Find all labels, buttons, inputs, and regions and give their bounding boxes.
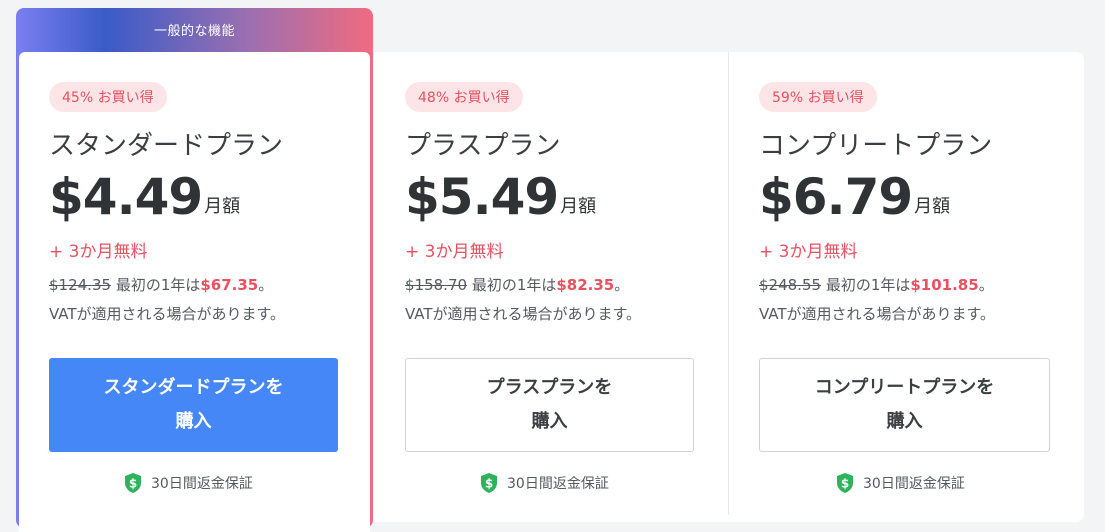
svg-text:$: $ bbox=[841, 477, 849, 491]
first-year-text: 最初の1年は bbox=[471, 276, 557, 294]
guarantee-text: 30日間返金保証 bbox=[151, 476, 253, 492]
guarantee-text: 30日間返金保証 bbox=[507, 476, 609, 492]
plan-price: $4.49 bbox=[49, 168, 203, 226]
price-row: $5.49 月額 bbox=[405, 168, 596, 226]
cta-line-2: 購入 bbox=[886, 411, 923, 432]
column-divider bbox=[728, 52, 729, 515]
guarantee-text: 30日間返金保証 bbox=[863, 476, 965, 492]
plan-name: プラスプラン bbox=[405, 131, 561, 161]
discounted-price: $67.35 bbox=[200, 276, 259, 294]
buy-complete-button[interactable]: コンプリートプランを 購入 bbox=[759, 358, 1050, 452]
cta-line-1: プラスプランを bbox=[486, 377, 613, 398]
original-price: $248.55 bbox=[759, 276, 822, 294]
first-year-text: 最初の1年は bbox=[825, 276, 911, 294]
plan-price: $6.79 bbox=[759, 168, 913, 226]
plan-name: コンプリートプラン bbox=[759, 131, 993, 161]
buy-standard-button[interactable]: スタンダードプランを 購入 bbox=[49, 358, 338, 452]
price-period: 月額 bbox=[560, 196, 597, 217]
svg-text:$: $ bbox=[129, 477, 137, 491]
discount-badge: 48% お買い得 bbox=[405, 82, 523, 112]
buy-plus-button[interactable]: プラスプランを 購入 bbox=[405, 358, 694, 452]
shield-dollar-icon: $ bbox=[125, 473, 141, 493]
cta-line-1: コンプリートプランを bbox=[814, 377, 995, 398]
bonus-text: + 3か月無料 bbox=[405, 242, 504, 262]
cta-line-1: スタンダードプランを bbox=[103, 377, 284, 398]
vat-note: VATが適用される場合があります。 bbox=[759, 305, 996, 323]
billing-suffix: 。 bbox=[978, 276, 994, 294]
billing-info: $158.70 最初の1年は$82.35。 bbox=[405, 274, 629, 295]
svg-text:$: $ bbox=[485, 477, 493, 491]
cta-line-2: 購入 bbox=[175, 411, 212, 432]
vat-note: VATが適用される場合があります。 bbox=[405, 305, 642, 323]
bonus-text: + 3か月無料 bbox=[759, 242, 858, 262]
plan-card-complete: 59% お買い得 コンプリートプラン $6.79 月額 + 3か月無料 $248… bbox=[759, 52, 1059, 515]
discounted-price: $101.85 bbox=[910, 276, 979, 294]
discounted-price: $82.35 bbox=[556, 276, 615, 294]
shield-dollar-icon: $ bbox=[837, 473, 853, 493]
plan-card-plus: 48% お買い得 プラスプラン $5.49 月額 + 3か月無料 $158.70… bbox=[405, 52, 705, 515]
billing-info: $248.55 最初の1年は$101.85。 bbox=[759, 274, 994, 295]
money-back-guarantee: $ 30日間返金保証 bbox=[123, 472, 253, 494]
discount-badge: 45% お買い得 bbox=[49, 82, 167, 112]
price-period: 月額 bbox=[914, 196, 951, 217]
price-row: $6.79 月額 bbox=[759, 168, 950, 226]
plan-name: スタンダードプラン bbox=[49, 131, 284, 161]
original-price: $124.35 bbox=[49, 276, 112, 294]
vat-note: VATが適用される場合があります。 bbox=[49, 305, 286, 323]
money-back-guarantee: $ 30日間返金保証 bbox=[479, 472, 609, 494]
billing-suffix: 。 bbox=[258, 276, 274, 294]
price-row: $4.49 月額 bbox=[49, 168, 240, 226]
featured-label: 一般的な機能 bbox=[153, 23, 235, 39]
plan-card-standard: 45% お買い得 スタンダードプラン $4.49 月額 + 3か月無料 $124… bbox=[49, 52, 349, 515]
cta-line-2: 購入 bbox=[531, 411, 568, 432]
billing-info: $124.35 最初の1年は$67.35。 bbox=[49, 274, 273, 295]
discount-badge: 59% お買い得 bbox=[759, 82, 877, 112]
original-price: $158.70 bbox=[405, 276, 468, 294]
first-year-text: 最初の1年は bbox=[115, 276, 201, 294]
shield-dollar-icon: $ bbox=[481, 473, 497, 493]
money-back-guarantee: $ 30日間返金保証 bbox=[835, 472, 965, 494]
billing-suffix: 。 bbox=[614, 276, 630, 294]
plan-price: $5.49 bbox=[405, 168, 559, 226]
price-period: 月額 bbox=[204, 196, 241, 217]
bonus-text: + 3か月無料 bbox=[49, 242, 148, 262]
